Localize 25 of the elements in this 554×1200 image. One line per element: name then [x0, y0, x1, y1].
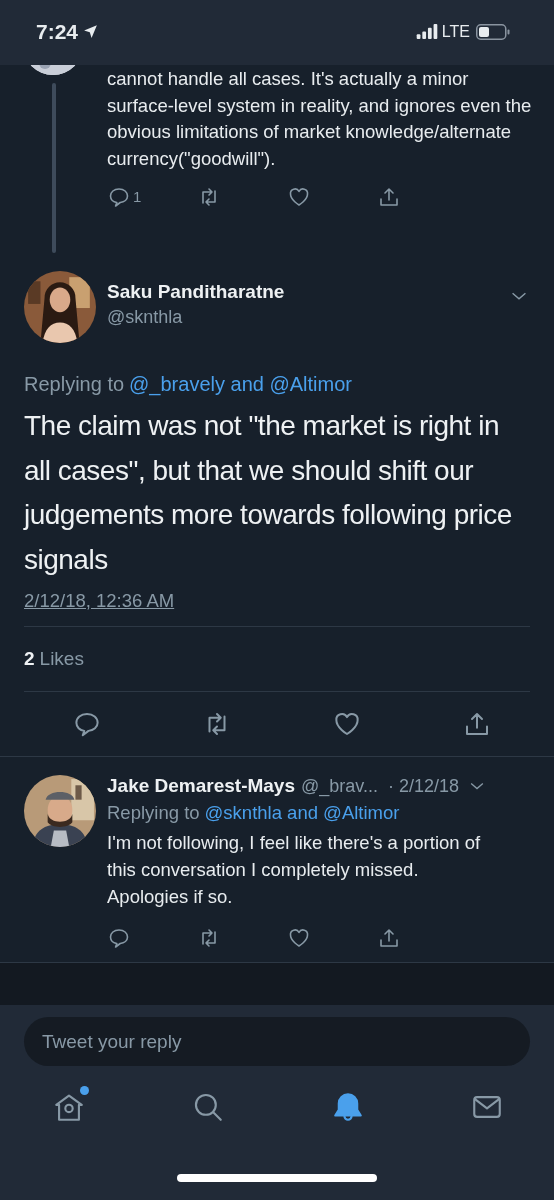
author-name: Jake Demarest-Mays [107, 775, 295, 797]
location-arrow-icon [82, 23, 100, 40]
tweet-text: cannot handle all cases. It's actually a minor surface-level system in reality, and ignores even the obvious limitations of market knowledge/alternate currency("goodwill"). [107, 67, 532, 172]
tweet-text: I'm not following, I feel like there's a portion of this conversation I completely missed. Apologies if so. [107, 831, 482, 909]
author-name: Saku Panditharatne [107, 281, 286, 303]
network-label: LTE [441, 22, 470, 41]
mention-link[interactable]: @_bravely and @Altimor [129, 373, 352, 395]
heart-icon [287, 926, 311, 950]
reply-button[interactable]: 1 [107, 184, 197, 209]
replying-label: Replying to [107, 802, 200, 823]
likes-count[interactable]: 2 [24, 648, 35, 670]
replying-label: Replying to [24, 373, 125, 395]
tweet-text: The claim was not "the market is right in all cases", but that we should shift our judgements more towards following price signals [24, 409, 513, 577]
signal-icon [415, 24, 438, 39]
mention-link[interactable]: @sknthla and @Altimor [204, 802, 400, 823]
author-handle: @sknthla [107, 307, 184, 328]
battery-icon [476, 23, 510, 40]
share-icon [377, 926, 401, 950]
reply-input[interactable]: Tweet your reply [24, 1017, 530, 1066]
tweet-date: · 2/12/18 [388, 775, 460, 797]
likes-label[interactable]: Likes [39, 648, 84, 670]
speech-bubble-icon [107, 926, 131, 950]
author-handle: @_brav... [301, 775, 378, 797]
timestamp-link[interactable]: 2/12/18, 12:36 AM [24, 590, 175, 612]
clock-time: 7:24 [36, 19, 79, 44]
